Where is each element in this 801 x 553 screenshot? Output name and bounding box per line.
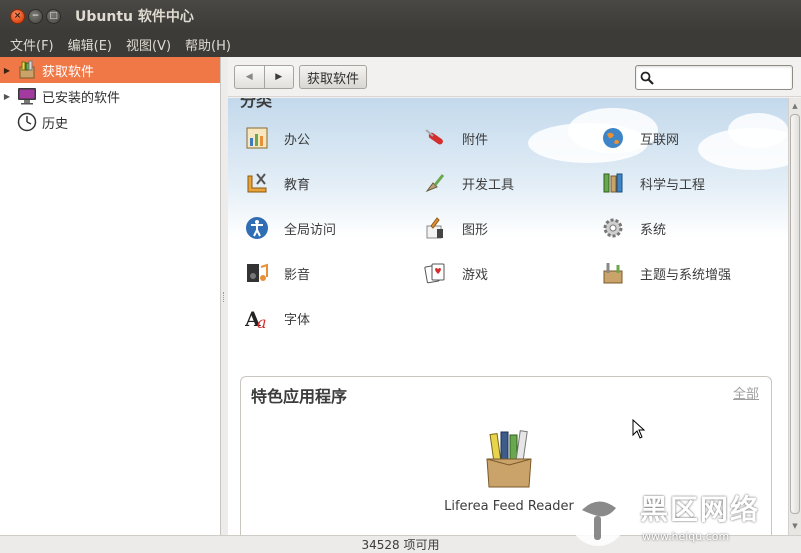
expander-arrow-icon[interactable]: ▶ — [0, 66, 14, 75]
accessories-icon — [422, 125, 448, 151]
menu-edit[interactable]: 编辑(E) — [62, 35, 120, 54]
category-internet[interactable]: 互联网 — [600, 125, 679, 151]
menu-file[interactable]: 文件(F) — [0, 35, 62, 54]
category-label: 科学与工程 — [640, 177, 706, 193]
category-accessories[interactable]: 附件 — [422, 125, 488, 151]
themes-tweaks-icon — [600, 260, 626, 286]
category-science[interactable]: 科学与工程 — [600, 170, 705, 196]
maximize-window-button[interactable]: □ — [46, 8, 61, 24]
window-controls: × − □ — [10, 8, 61, 24]
sidebar-item-installed-software[interactable]: ▶ 已安装的软件 — [0, 83, 220, 109]
minimize-window-button[interactable]: − — [28, 8, 43, 24]
system-icon — [600, 215, 626, 241]
scrollbar-thumb[interactable] — [790, 114, 800, 514]
featured-app-label: Liferea Feed Reader — [444, 499, 574, 514]
category-games[interactable]: 游戏 — [422, 260, 488, 286]
category-fonts[interactable]: Aa 字体 — [244, 305, 310, 331]
category-label: 主题与系统增强 — [640, 267, 732, 283]
mouse-cursor-icon — [632, 419, 646, 439]
pane-resize-handle[interactable] — [221, 57, 228, 535]
window-titlebar[interactable]: × − □ Ubuntu 软件中心 — [0, 0, 801, 32]
main-content: 分类 办公 附件 互联网 教育 开发工具 科学与工程 全局访问 图形 系统 影音… — [228, 98, 788, 535]
installed-software-icon — [16, 85, 38, 107]
graphics-icon — [422, 215, 448, 241]
fonts-icon: Aa — [244, 305, 270, 331]
education-icon — [244, 170, 270, 196]
category-label: 图形 — [462, 222, 489, 238]
sidebar-item-label: 历史 — [42, 116, 69, 132]
liferea-box-icon — [484, 430, 534, 493]
window-title: Ubuntu 软件中心 — [75, 9, 194, 25]
accessibility-icon — [244, 215, 270, 241]
sidebar-item-get-software[interactable]: ▶ 获取软件 — [0, 57, 220, 83]
category-graphics[interactable]: 图形 — [422, 215, 488, 241]
svg-text:a: a — [257, 313, 267, 330]
category-system[interactable]: 系统 — [600, 215, 666, 241]
category-label: 互联网 — [640, 132, 680, 148]
category-label: 系统 — [640, 222, 667, 238]
watermark: 黑区网络 www.heiqu.com — [568, 486, 801, 553]
vertical-scrollbar[interactable]: ▲ ▼ — [788, 98, 801, 535]
search-box[interactable] — [635, 65, 801, 90]
category-label: 全局访问 — [284, 222, 337, 238]
category-label: 字体 — [284, 312, 311, 328]
category-themes-tweaks[interactable]: 主题与系统增强 — [600, 260, 731, 286]
multimedia-icon — [244, 260, 270, 286]
navigation-buttons: ◀ ▶ — [234, 65, 294, 89]
sidebar-item-history[interactable]: 历史 — [0, 109, 220, 135]
search-icon — [640, 69, 654, 87]
category-developer-tools[interactable]: 开发工具 — [422, 170, 514, 196]
category-office[interactable]: 办公 — [244, 125, 310, 151]
category-label: 教育 — [284, 177, 311, 193]
watermark-text: 黑区网络 — [640, 493, 761, 526]
close-window-button[interactable]: × — [10, 8, 25, 24]
category-label: 开发工具 — [462, 177, 515, 193]
forward-button[interactable]: ▶ — [263, 66, 294, 88]
category-education[interactable]: 教育 — [244, 170, 310, 196]
history-clock-icon — [16, 111, 38, 133]
internet-icon — [600, 125, 626, 151]
expander-arrow-icon[interactable]: ▶ — [0, 92, 14, 101]
category-accessibility[interactable]: 全局访问 — [244, 215, 336, 241]
games-icon — [422, 260, 448, 286]
search-input[interactable] — [656, 67, 801, 88]
featured-app-liferea[interactable]: Liferea Feed Reader — [439, 429, 579, 514]
science-icon — [600, 170, 626, 196]
sidebar-item-label: 获取软件 — [42, 64, 95, 80]
watermark-url: www.heiqu.com — [642, 530, 730, 543]
available-count: 34528 项可用 — [361, 538, 440, 552]
office-icon — [244, 125, 270, 151]
scroll-up-arrow-icon[interactable]: ▲ — [789, 99, 801, 113]
menu-view[interactable]: 视图(V) — [120, 35, 179, 54]
menu-bar: 文件(F) 编辑(E) 视图(V) 帮助(H) — [0, 32, 801, 57]
featured-heading: 特色应用程序 — [251, 387, 348, 406]
breadcrumb-get-software[interactable]: 获取软件 — [299, 65, 368, 89]
category-label: 附件 — [462, 132, 489, 148]
watermark-logo-icon — [570, 490, 626, 546]
sidebar-item-label: 已安装的软件 — [42, 90, 121, 106]
category-multimedia[interactable]: 影音 — [244, 260, 310, 286]
category-label: 游戏 — [462, 267, 489, 283]
category-label: 办公 — [284, 132, 311, 148]
sidebar: ▶ 获取软件 ▶ 已安装的软件 历史 — [0, 57, 221, 535]
back-button[interactable]: ◀ — [235, 66, 264, 88]
category-label: 影音 — [284, 267, 311, 283]
categories-heading: 分类 — [240, 98, 273, 110]
featured-all-link[interactable]: 全部 — [733, 383, 759, 402]
toolbar: ◀ ▶ 获取软件 — [228, 57, 801, 97]
get-software-icon — [16, 59, 38, 81]
developer-tools-icon — [422, 170, 448, 196]
menu-help[interactable]: 帮助(H) — [179, 35, 239, 54]
